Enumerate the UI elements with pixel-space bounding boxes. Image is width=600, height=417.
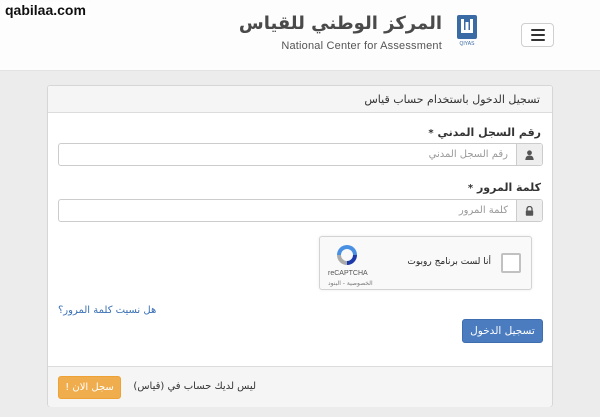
login-button[interactable]: تسجيل الدخول [462, 319, 543, 343]
forgot-password-link[interactable]: هل نسيت كلمة المرور؟ [58, 305, 156, 316]
password-label-text: كلمة المرور [476, 181, 541, 194]
panel-title: تسجيل الدخول باستخدام حساب قياس [48, 86, 552, 113]
logo-caption: QIYAS [460, 41, 476, 47]
recaptcha-terms-link[interactable]: الخصوصية - البنود [328, 280, 373, 287]
hamburger-icon [530, 34, 545, 36]
recaptcha-brand: reCAPTCHA [328, 270, 368, 277]
menu-toggle-button[interactable] [521, 23, 554, 47]
required-mark: * [467, 183, 474, 194]
brand-title-arabic: المركز الوطني للقياس [238, 13, 442, 34]
password-label: كلمة المرور * [466, 181, 541, 194]
password-input[interactable] [59, 200, 516, 221]
national-id-label: رقم السجل المدني * [426, 126, 541, 139]
hamburger-icon [530, 29, 545, 31]
hamburger-icon [530, 39, 545, 41]
register-now-button[interactable]: سجل الان ! [58, 376, 121, 399]
recaptcha-checkbox[interactable] [501, 253, 521, 273]
top-navbar: QIYAS المركز الوطني للقياس National Cent… [0, 0, 600, 71]
password-field [58, 199, 543, 222]
site-watermark: qabilaa.com [2, 2, 89, 18]
required-mark: * [428, 128, 434, 139]
lock-icon [516, 200, 542, 221]
qiyas-logo-icon: QIYAS [457, 15, 477, 47]
brand-title-english: National Center for Assessment [281, 40, 442, 52]
panel-footer: ليس لديك حساب في (قياس) سجل الان ! [48, 366, 552, 407]
recaptcha-widget: أنا لست برنامج روبوت reCAPTCHA الخصوصية … [319, 236, 532, 290]
recaptcha-icon [337, 245, 357, 265]
national-id-input[interactable] [59, 144, 516, 165]
recaptcha-label: أنا لست برنامج روبوت [407, 257, 491, 267]
national-id-field [58, 143, 543, 166]
national-id-label-text: رقم السجل المدني [437, 126, 541, 139]
no-account-text: ليس لديك حساب في (قياس) [133, 381, 256, 392]
user-icon [516, 144, 542, 165]
login-panel: تسجيل الدخول باستخدام حساب قياس رقم السج… [47, 85, 553, 407]
